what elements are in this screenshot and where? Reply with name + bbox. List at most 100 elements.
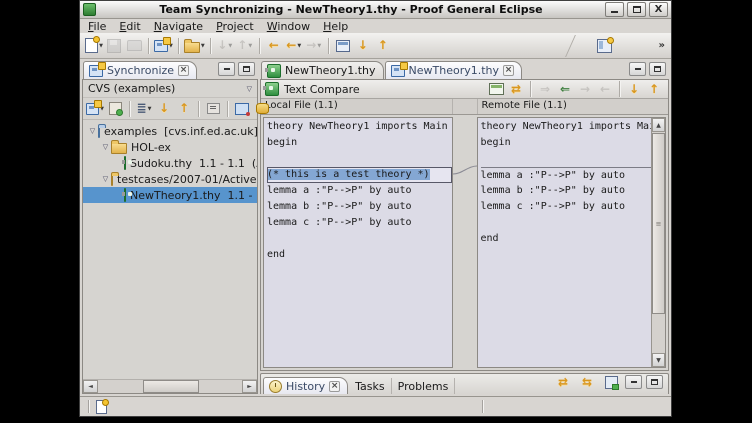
back-button[interactable]: ←▼	[284, 36, 304, 56]
minimize-icon	[631, 381, 637, 383]
code-line[interactable]	[481, 215, 652, 231]
synchronize-button[interactable]: ▼	[153, 36, 174, 56]
back-icon: ←	[286, 39, 296, 52]
menu-edit[interactable]: Edit	[119, 20, 140, 33]
last-edit-location-button[interactable]: ←	[264, 36, 284, 56]
menu-help[interactable]: Help	[323, 20, 348, 33]
menu-project[interactable]: Project	[216, 20, 254, 33]
menu-window[interactable]: Window	[267, 20, 310, 33]
previous-difference-button[interactable]: ↑	[644, 79, 664, 99]
expander-icon[interactable]: ▽	[87, 127, 98, 135]
new-wizard-button[interactable]: ▼	[84, 36, 104, 56]
scrollbar-thumb[interactable]: ≡	[652, 133, 665, 314]
toolbar-separator	[198, 101, 199, 117]
tree-item-sudoku-thy[interactable]: Sudoku.thy 1.1 - 1.1 (ASCII -	[83, 155, 257, 171]
close-view-icon[interactable]: ×	[178, 65, 189, 76]
local-code-editor[interactable]: theory NewTheory1 imports Mainbegin (* t…	[264, 118, 452, 367]
close-button[interactable]: X	[649, 2, 668, 17]
previous-annotation-dropdown-icon: ▼	[248, 43, 252, 49]
link-with-editor-button[interactable]	[601, 372, 621, 392]
minimize-button[interactable]	[605, 2, 624, 17]
collapse-all-button[interactable]	[203, 99, 223, 119]
tree-item-newtheory1-thy[interactable]: NewTheory1.thy 1.1 - 1.1 (A	[83, 187, 257, 203]
tree-item-examples[interactable]: ▽examples [cvs.inf.ed.ac.uk]	[83, 123, 257, 139]
code-line[interactable]: end	[481, 231, 652, 247]
scroll-up-icon[interactable]: ▲	[652, 118, 665, 132]
tab-synchronize[interactable]: Synchronize ×	[83, 61, 197, 79]
titlebar[interactable]: Team Synchronizing - NewTheory1.thy - Pr…	[80, 1, 671, 19]
code-line[interactable]: end	[267, 247, 452, 263]
maximize-view-button[interactable]	[238, 62, 255, 76]
tab-problems[interactable]: Problems	[392, 378, 456, 394]
previous-change-button[interactable]: ↑	[373, 36, 393, 56]
code-line[interactable]: lemma a :"P-->P" by auto	[267, 183, 452, 199]
synchronize-button[interactable]: ▼	[85, 99, 105, 119]
scroll-right-icon[interactable]: ►	[242, 380, 257, 393]
code-line[interactable]: lemma c :"P-->P" by auto	[481, 199, 652, 215]
open-folder-button[interactable]: ▼	[183, 36, 206, 56]
code-line[interactable]: theory NewTheory1 imports Main	[481, 119, 652, 135]
next-difference-button[interactable]: ↓	[624, 79, 644, 99]
menu-navigate[interactable]: Navigate	[154, 20, 203, 33]
copy-current-change-button[interactable]: ⇐	[555, 79, 575, 99]
tab-tasks[interactable]: Tasks	[349, 378, 391, 394]
show-ancestor-pane-icon	[489, 83, 504, 95]
code-line[interactable]: begin	[481, 135, 652, 151]
code-line[interactable]: lemma a :"P-->P" by auto	[481, 167, 652, 183]
code-line[interactable]: lemma c :"P-->P" by auto	[267, 215, 452, 231]
progress-indicator-icon[interactable]	[96, 400, 107, 414]
scroll-down-icon[interactable]: ▼	[652, 353, 665, 367]
scrollbar-track[interactable]	[98, 380, 242, 393]
tab-label: History	[286, 380, 325, 393]
maximize-view-button[interactable]	[646, 375, 663, 389]
previous-change-button[interactable]: ↑	[174, 99, 194, 119]
open-perspective-button[interactable]	[595, 36, 615, 56]
remote-code-editor[interactable]: theory NewTheory1 imports Mainbegin lemm…	[478, 118, 652, 367]
window-title: Team Synchronizing - NewTheory1.thy - Pr…	[100, 3, 602, 16]
scrollbar-track[interactable]: ≡	[652, 132, 665, 353]
minimize-view-button[interactable]	[625, 375, 642, 389]
scroll-left-icon[interactable]: ◄	[83, 380, 98, 393]
next-change-button[interactable]: ↓	[353, 36, 373, 56]
maximize-button[interactable]	[627, 2, 646, 17]
minimize-view-button[interactable]	[629, 62, 646, 76]
menu-file[interactable]: File	[88, 20, 106, 33]
folder-icon	[111, 175, 113, 186]
update-all-button[interactable]	[232, 99, 252, 119]
presentation-mode-button[interactable]: ≣▼	[134, 99, 154, 119]
swap-left-right-button[interactable]: ⇄	[506, 79, 526, 99]
code-line[interactable]	[267, 231, 452, 247]
code-line[interactable]: lemma b :"P-->P" by auto	[481, 183, 652, 199]
horizontal-scrollbar[interactable]: ◄ ►	[83, 379, 257, 393]
editor-tab-newtheory1-thy-2[interactable]: NewTheory1.thy×	[385, 61, 523, 79]
toolbar-overflow-chevron[interactable]: »	[659, 40, 665, 51]
code-line[interactable]: begin	[267, 135, 452, 151]
code-line[interactable]	[267, 151, 452, 167]
sync-scope-row[interactable]: CVS (examples) ▽	[83, 80, 257, 98]
code-line[interactable]: theory NewTheory1 imports Main	[267, 119, 452, 135]
next-change-button[interactable]: ↓	[154, 99, 174, 119]
window-button[interactable]	[333, 36, 353, 56]
code-line[interactable]	[481, 151, 652, 167]
tree-item-testcases-2007-01-activeeditorv[interactable]: ▽testcases/2007-01/ActiveEditorV	[83, 171, 257, 187]
code-line[interactable]: lemma b :"P-->P" by auto	[267, 199, 452, 215]
compare-title: Text Compare	[284, 83, 360, 96]
expander-icon[interactable]: ▽	[100, 143, 111, 151]
tree-item-hol-ex[interactable]: ▽HOL-ex	[83, 139, 257, 155]
editor-tab-newtheory1-thy-1[interactable]: NewTheory1.thy	[261, 61, 384, 79]
vertical-scrollbar[interactable]: ▲ ≡ ▼	[651, 118, 665, 367]
close-tab-icon[interactable]: ×	[329, 381, 340, 392]
minimize-view-button[interactable]	[218, 62, 235, 76]
tab-history[interactable]: History ×	[263, 377, 348, 394]
show-ancestor-pane-button[interactable]	[486, 79, 506, 99]
code-line[interactable]: (* this is a test theory *)	[267, 167, 452, 183]
chevron-down-icon[interactable]: ▽	[247, 85, 252, 93]
expander-icon[interactable]: ▽	[100, 175, 111, 183]
compare-mode-button[interactable]: ⇆	[577, 372, 597, 392]
scrollbar-thumb[interactable]	[143, 380, 200, 393]
close-tab-icon[interactable]: ×	[503, 65, 514, 76]
next-annotation-dropdown-icon: ▼	[228, 43, 232, 49]
pin-synchronization-button[interactable]	[105, 99, 125, 119]
refresh-button[interactable]: ⇄	[553, 372, 573, 392]
maximize-view-button[interactable]	[649, 62, 666, 76]
